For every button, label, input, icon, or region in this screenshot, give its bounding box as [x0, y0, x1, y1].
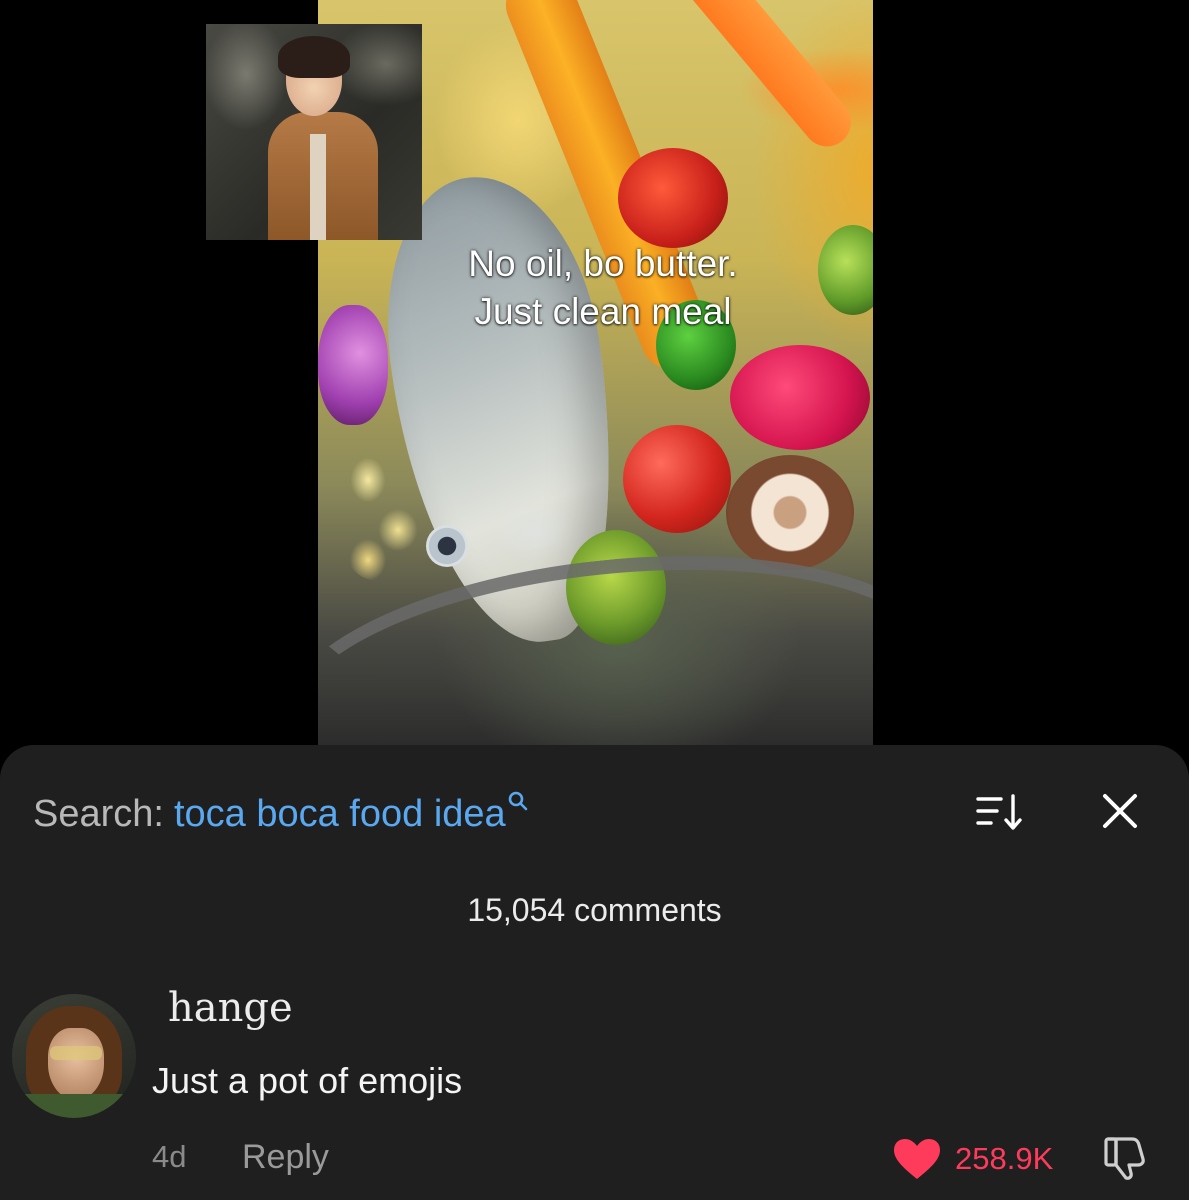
search-icon — [508, 789, 528, 817]
tomato-graphic — [618, 148, 728, 248]
character-hair-graphic — [278, 36, 350, 78]
radish-graphic — [730, 345, 870, 450]
comment-username[interactable]: hange — [168, 983, 293, 1033]
video-caption: No oil, bo butter. Just clean meal — [318, 240, 873, 336]
video-caption-line: Just clean meal — [474, 291, 732, 332]
tomato-graphic — [623, 425, 731, 533]
comment-age: 4d — [152, 1139, 187, 1174]
avatar-collar-graphic — [22, 1094, 126, 1118]
avatar[interactable] — [12, 994, 136, 1118]
carrot-graphic — [663, 0, 861, 157]
thumbs-down-icon[interactable] — [1102, 1135, 1148, 1181]
video-caption-line: No oil, bo butter. — [468, 243, 738, 284]
character-strap-graphic — [310, 134, 326, 240]
like-count: 258.9K — [955, 1141, 1054, 1176]
search-suggestion[interactable]: Search: toca boca food idea — [33, 789, 528, 839]
sort-icon[interactable] — [975, 793, 1027, 833]
fish-eye-graphic — [426, 525, 468, 567]
comments-panel: Search: toca boca food idea 15,054 commen… — [0, 745, 1189, 1200]
avatar-face-graphic — [48, 1028, 104, 1100]
close-icon[interactable] — [1100, 791, 1140, 831]
comment-count: 15,054 comments — [467, 892, 722, 928]
avatar-glasses-graphic — [50, 1046, 102, 1060]
reply-button[interactable]: Reply — [242, 1137, 329, 1177]
comment-text: Just a pot of emojis — [152, 1060, 463, 1101]
reaction-thumbnail — [206, 24, 422, 240]
heart-icon[interactable] — [892, 1137, 942, 1181]
mushroom-graphic — [726, 455, 854, 570]
search-term-link[interactable]: toca boca food idea — [174, 793, 506, 835]
search-prefix: Search: — [33, 793, 164, 835]
